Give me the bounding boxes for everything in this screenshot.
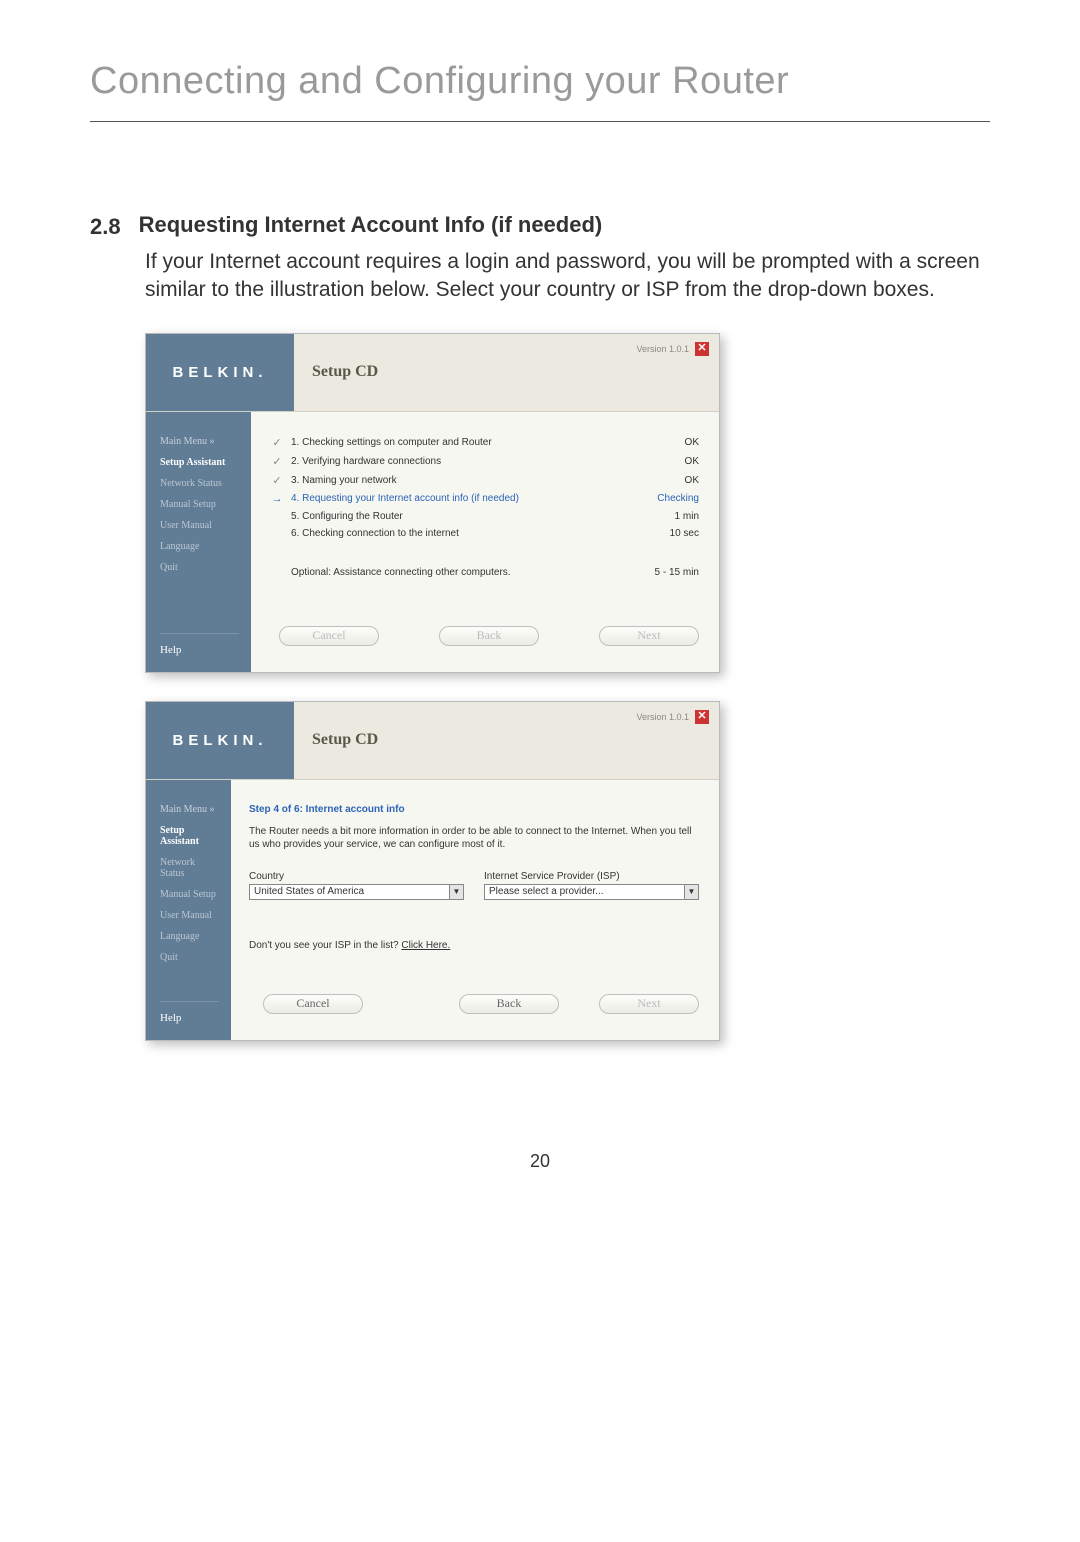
sidebar: Main Menu » Setup Assistant Network Stat…	[146, 780, 231, 1040]
step-status: OK	[629, 475, 699, 486]
step-label: 4. Requesting your Internet account info…	[291, 493, 629, 504]
close-icon[interactable]: ✕	[695, 710, 709, 724]
belkin-logo: BELKIN.	[173, 364, 268, 381]
setup-window-account-info: BELKIN. Setup CD Version 1.0.1 ✕ Main Me…	[145, 701, 720, 1041]
next-button[interactable]: Next	[599, 994, 699, 1014]
sidebar-help[interactable]: Help	[160, 644, 239, 662]
check-icon: ✓	[269, 474, 285, 487]
step-label: 6. Checking connection to the internet	[291, 528, 629, 539]
sidebar-item-network-status[interactable]: Network Status	[160, 478, 239, 489]
sidebar-item-setup-assistant[interactable]: Setup Assistant	[160, 457, 239, 468]
step-header: Step 4 of 6: Internet account info	[249, 804, 699, 815]
step-status: 1 min	[629, 511, 699, 522]
step-row: → 4. Requesting your Internet account in…	[269, 493, 699, 505]
back-button[interactable]: Back	[439, 626, 539, 646]
sidebar-item-manual-setup[interactable]: Manual Setup	[160, 499, 239, 510]
optional-label: Optional: Assistance connecting other co…	[269, 567, 629, 578]
logo-panel: BELKIN.	[146, 702, 294, 779]
sidebar-item-manual-setup[interactable]: Manual Setup	[160, 889, 219, 900]
step-row: ✓ 1. Checking settings on computer and R…	[269, 436, 699, 449]
step-status: Checking	[629, 493, 699, 504]
sidebar-help[interactable]: Help	[160, 1012, 219, 1030]
step-status: OK	[629, 437, 699, 448]
optional-time: 5 - 15 min	[629, 567, 699, 578]
step-description: The Router needs a bit more information …	[249, 825, 699, 851]
step-row: ✓ 2. Verifying hardware connections OK	[269, 455, 699, 468]
check-icon: ✓	[269, 455, 285, 468]
sidebar-item-language[interactable]: Language	[160, 541, 239, 552]
arrow-icon: →	[269, 493, 285, 505]
sidebar-item-network-status[interactable]: Network Status	[160, 857, 219, 879]
sidebar-item-language[interactable]: Language	[160, 931, 219, 942]
sidebar-item-quit[interactable]: Quit	[160, 562, 239, 573]
chevron-down-icon: ▼	[449, 885, 463, 899]
country-select[interactable]: United States of America ▼	[249, 884, 464, 900]
step-row: 6. Checking connection to the internet 1…	[269, 528, 699, 539]
belkin-logo: BELKIN.	[173, 732, 268, 749]
country-label: Country	[249, 871, 464, 882]
window-title: Setup CD	[312, 363, 378, 381]
window-title: Setup CD	[312, 731, 378, 749]
optional-row: Optional: Assistance connecting other co…	[269, 567, 699, 578]
sidebar: Main Menu » Setup Assistant Network Stat…	[146, 412, 251, 672]
back-button[interactable]: Back	[459, 994, 559, 1014]
country-value: United States of America	[254, 886, 364, 897]
version-label: Version 1.0.1	[636, 344, 689, 354]
sidebar-item-setup-assistant[interactable]: Setup Assistant	[160, 825, 219, 847]
version-label: Version 1.0.1	[636, 712, 689, 722]
logo-panel: BELKIN.	[146, 334, 294, 411]
next-button[interactable]: Next	[599, 626, 699, 646]
step-label: 1. Checking settings on computer and Rou…	[291, 437, 629, 448]
setup-window-progress: BELKIN. Setup CD Version 1.0.1 ✕ Main Me…	[145, 333, 720, 673]
page-title: Connecting and Configuring your Router	[90, 60, 990, 122]
sidebar-item-quit[interactable]: Quit	[160, 952, 219, 963]
step-list: ✓ 1. Checking settings on computer and R…	[269, 436, 699, 578]
step-status: 10 sec	[629, 528, 699, 539]
cancel-button[interactable]: Cancel	[263, 994, 363, 1014]
isp-select[interactable]: Please select a provider... ▼	[484, 884, 699, 900]
section-body: If your Internet account requires a logi…	[145, 248, 990, 305]
section-number: 2.8	[90, 212, 121, 240]
section-heading: Requesting Internet Account Info (if nee…	[139, 212, 603, 240]
check-icon: ✓	[269, 436, 285, 449]
isp-value: Please select a provider...	[489, 886, 604, 897]
step-label: 5. Configuring the Router	[291, 511, 629, 522]
sidebar-main-menu[interactable]: Main Menu »	[160, 804, 219, 815]
sidebar-item-user-manual[interactable]: User Manual	[160, 910, 219, 921]
cancel-button[interactable]: Cancel	[279, 626, 379, 646]
sidebar-item-user-manual[interactable]: User Manual	[160, 520, 239, 531]
close-icon[interactable]: ✕	[695, 342, 709, 356]
isp-label: Internet Service Provider (ISP)	[484, 871, 699, 882]
page-number: 20	[90, 1151, 990, 1172]
isp-not-listed-note: Don't you see your ISP in the list? Clic…	[249, 940, 699, 951]
sidebar-main-menu[interactable]: Main Menu »	[160, 436, 239, 447]
step-status: OK	[629, 456, 699, 467]
click-here-link[interactable]: Click Here.	[401, 940, 450, 951]
step-row: 5. Configuring the Router 1 min	[269, 511, 699, 522]
step-label: 3. Naming your network	[291, 475, 629, 486]
step-row: ✓ 3. Naming your network OK	[269, 474, 699, 487]
chevron-down-icon: ▼	[684, 885, 698, 899]
step-label: 2. Verifying hardware connections	[291, 456, 629, 467]
